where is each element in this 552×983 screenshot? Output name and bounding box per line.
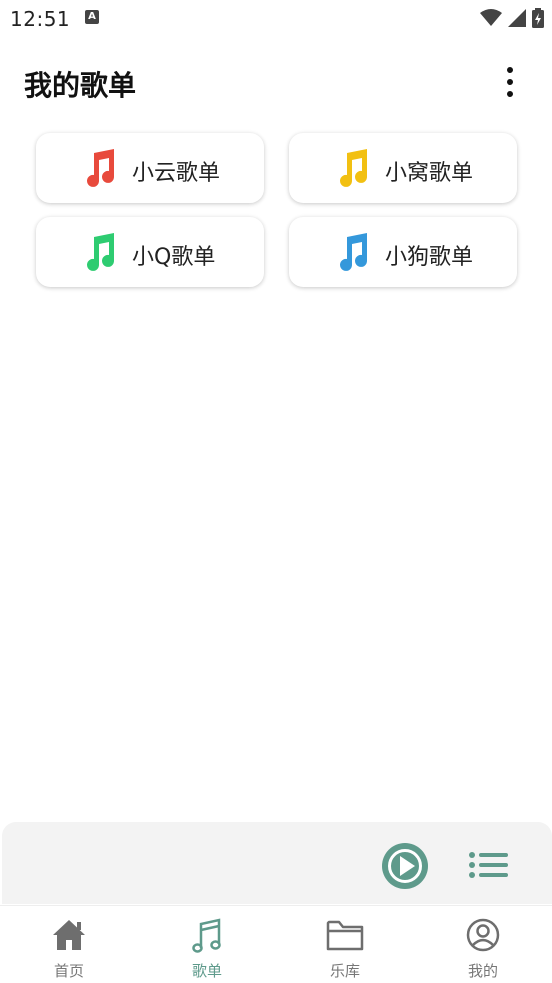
page-title: 我的歌单 (24, 69, 137, 102)
nav-profile-label: 我的 (467, 962, 498, 980)
playlist-card-xiaoq[interactable]: 小Q歌单 (36, 217, 264, 287)
music-note-icon (87, 149, 114, 187)
status-bar: 12:51 A (0, 0, 552, 38)
mini-player-bar (2, 822, 552, 904)
playlist-card-xiaowo[interactable]: 小窝歌单 (289, 133, 517, 203)
music-note-icon (192, 918, 221, 953)
home-icon (53, 920, 85, 950)
music-note-icon (87, 233, 114, 271)
more-vertical-icon-dot (507, 79, 513, 85)
wifi-icon (480, 9, 502, 26)
folder-icon (326, 920, 364, 951)
nav-playlists[interactable]: 歌单 (138, 906, 276, 983)
battery-icon (532, 8, 544, 28)
nav-library[interactable]: 乐库 (276, 906, 414, 983)
profile-icon (466, 918, 500, 952)
playlist-card-xiaoyun[interactable]: 小云歌单 (36, 133, 264, 203)
playlist-card-xiaogou[interactable]: 小狗歌单 (289, 217, 517, 287)
play-button[interactable] (382, 843, 428, 889)
more-options-button[interactable] (496, 62, 524, 102)
app-screen: 12:51 A 我的歌单 小云歌单 小窝歌单 小Q歌单 小狗歌单 首页 歌单 乐… (0, 0, 552, 983)
playlist-button[interactable] (468, 850, 508, 880)
playlist-label: 小狗歌单 (385, 245, 474, 270)
nav-playlists-label: 歌单 (191, 962, 222, 980)
playlist-label: 小Q歌单 (132, 245, 216, 270)
play-triangle (400, 856, 415, 876)
signal-icon (508, 9, 526, 27)
more-vertical-icon (507, 67, 513, 73)
nav-home[interactable]: 首页 (0, 906, 138, 983)
nav-library-label: 乐库 (329, 962, 360, 980)
music-note-icon (340, 233, 367, 271)
playlist-label: 小云歌单 (132, 161, 221, 186)
playlist-label: 小窝歌单 (385, 161, 474, 186)
nav-profile[interactable]: 我的 (414, 906, 552, 983)
status-icons (480, 8, 544, 28)
bottom-navigation: 首页 歌单 乐库 我的 (0, 905, 552, 983)
status-time: 12:51 (10, 7, 71, 31)
music-note-icon (340, 149, 367, 187)
nav-home-label: 首页 (53, 962, 84, 980)
more-vertical-icon-dot (507, 91, 513, 97)
notification-a-icon: A (85, 10, 99, 24)
